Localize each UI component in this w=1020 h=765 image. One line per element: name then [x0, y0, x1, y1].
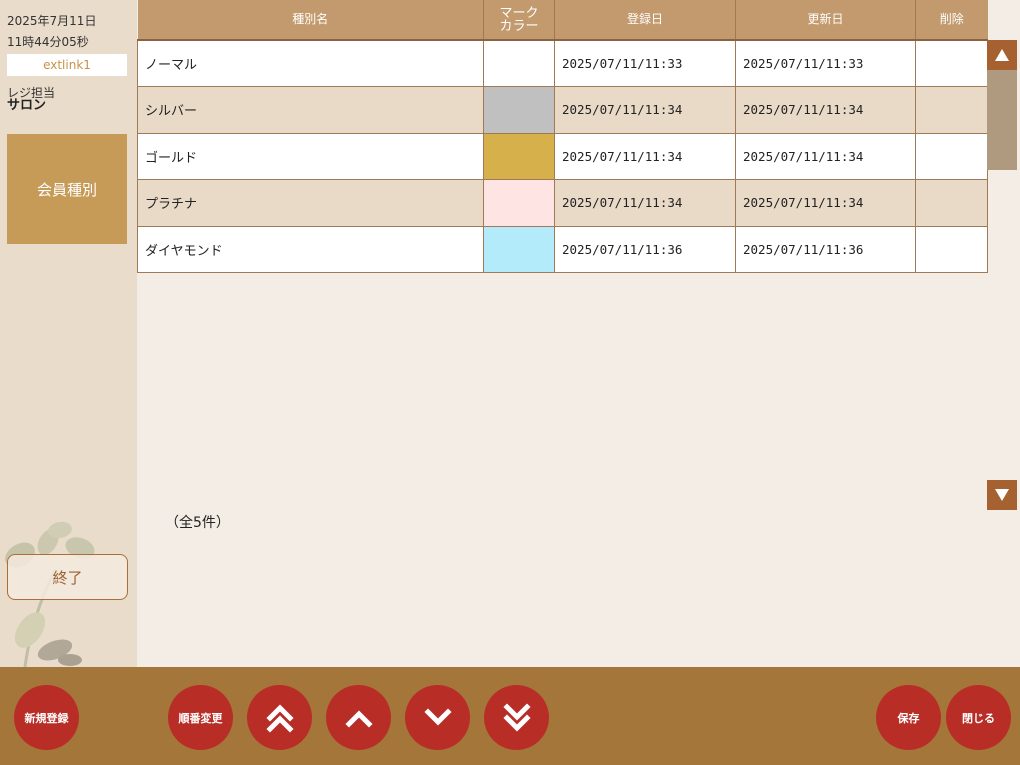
- move-up-button[interactable]: [326, 685, 391, 750]
- type-name: プラチナ: [137, 179, 484, 227]
- mark-color-swatch: [483, 225, 555, 273]
- triangle-up-icon: [995, 49, 1009, 61]
- mark-color-swatch: [483, 39, 555, 87]
- column-header-updated[interactable]: 更新日: [735, 0, 916, 41]
- move-to-bottom-button[interactable]: [484, 685, 549, 750]
- column-header-delete[interactable]: 削除: [915, 0, 988, 41]
- member-type-menu-button[interactable]: 会員種別: [7, 134, 127, 244]
- delete-cell[interactable]: [915, 225, 988, 273]
- table-row[interactable]: ゴールド 2025/07/11/11:34 2025/07/11/11:34: [137, 132, 988, 180]
- delete-cell[interactable]: [915, 179, 988, 227]
- type-name: シルバー: [137, 86, 484, 134]
- mark-color-swatch: [483, 86, 555, 134]
- double-chevron-up-icon: [265, 703, 294, 733]
- double-chevron-down-icon: [502, 702, 531, 732]
- updated-date: 2025/07/11/11:34: [735, 179, 916, 227]
- terminal-name: extlink1: [7, 54, 127, 76]
- column-header-name[interactable]: 種別名: [137, 0, 484, 41]
- scrollbar-thumb[interactable]: [987, 70, 1017, 170]
- updated-date: 2025/07/11/11:34: [735, 86, 916, 134]
- save-button[interactable]: 保存: [876, 685, 941, 750]
- delete-cell[interactable]: [915, 132, 988, 180]
- date-text: 2025年7月11日: [7, 14, 97, 28]
- reorder-button[interactable]: 順番変更: [168, 685, 233, 750]
- updated-date: 2025/07/11/11:34: [735, 132, 916, 180]
- type-name: ゴールド: [137, 132, 484, 180]
- type-name: ダイヤモンド: [137, 225, 484, 273]
- triangle-down-icon: [995, 489, 1009, 501]
- delete-cell[interactable]: [915, 39, 988, 87]
- sidebar: 2025年7月11日 11時44分05秒 extlink1 レジ担当 サロン 会…: [0, 0, 137, 667]
- new-register-button[interactable]: 新規登録: [14, 685, 79, 750]
- registered-date: 2025/07/11/11:33: [554, 39, 736, 87]
- record-count: （全5件）: [165, 515, 230, 531]
- registered-date: 2025/07/11/11:36: [554, 225, 736, 273]
- cashier-name: サロン: [7, 98, 47, 113]
- registered-date: 2025/07/11/11:34: [554, 86, 736, 134]
- registered-date: 2025/07/11/11:34: [554, 179, 736, 227]
- time-text: 11時44分05秒: [7, 35, 89, 49]
- chevron-up-icon: [344, 709, 373, 728]
- column-header-mark-color[interactable]: マーク カラー: [483, 0, 555, 41]
- close-button[interactable]: 閉じる: [946, 685, 1011, 750]
- updated-date: 2025/07/11/11:36: [735, 225, 916, 273]
- updated-date: 2025/07/11/11:33: [735, 39, 916, 87]
- move-down-button[interactable]: [405, 685, 470, 750]
- mark-color-swatch: [483, 179, 555, 227]
- column-header-registered[interactable]: 登録日: [554, 0, 736, 41]
- member-type-table: 種別名 マーク カラー 登録日 更新日 削除 ノーマル 2025/07/11/1…: [137, 0, 988, 273]
- end-button[interactable]: 終了: [7, 554, 128, 600]
- move-to-top-button[interactable]: [247, 685, 312, 750]
- registered-date: 2025/07/11/11:34: [554, 132, 736, 180]
- delete-cell[interactable]: [915, 86, 988, 134]
- scroll-up-button[interactable]: [987, 40, 1017, 70]
- table-row[interactable]: シルバー 2025/07/11/11:34 2025/07/11/11:34: [137, 86, 988, 134]
- scroll-down-button[interactable]: [987, 480, 1017, 510]
- chevron-down-icon: [423, 707, 452, 726]
- table-row[interactable]: プラチナ 2025/07/11/11:34 2025/07/11/11:34: [137, 179, 988, 227]
- type-name: ノーマル: [137, 39, 484, 87]
- table-row[interactable]: ノーマル 2025/07/11/11:33 2025/07/11/11:33: [137, 39, 988, 87]
- mark-color-swatch: [483, 132, 555, 180]
- table-row[interactable]: ダイヤモンド 2025/07/11/11:36 2025/07/11/11:36: [137, 225, 988, 273]
